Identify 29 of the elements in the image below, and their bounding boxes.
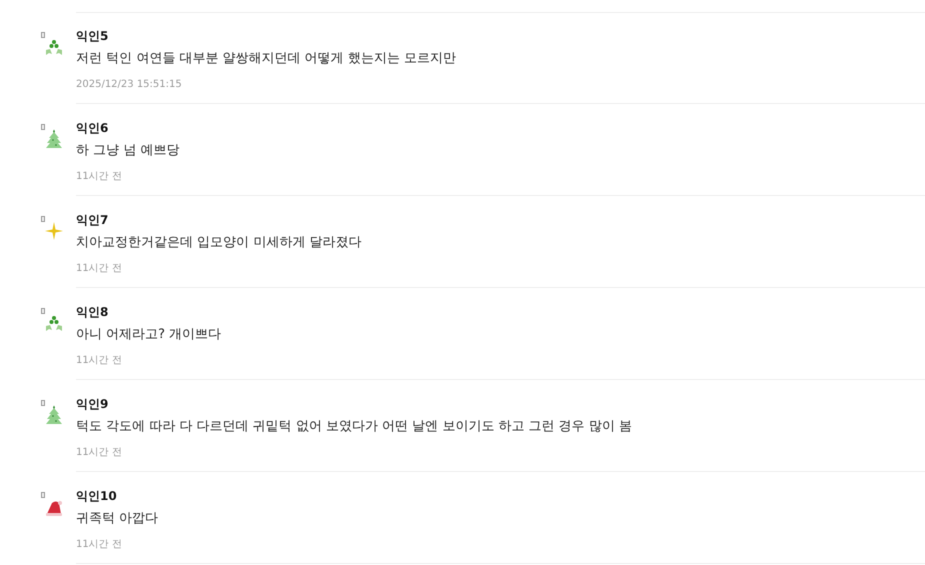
comment-text: 아니 어제라고? 개이쁘다 bbox=[76, 326, 222, 344]
clover-icon bbox=[45, 313, 63, 333]
author-name: 익인7 bbox=[76, 212, 110, 229]
comment-text: 하 그냥 넘 예쁘당 bbox=[76, 142, 180, 160]
comment-time: 11시간 전 bbox=[76, 262, 123, 276]
comment-text: 귀족턱 아깝다 bbox=[76, 510, 160, 528]
comment-text: 저런 턱인 여연들 대부분 얄쌍해지던데 어떻게 했는지는 모르지만 bbox=[76, 50, 457, 68]
broken-image-icon bbox=[41, 400, 45, 406]
author-name: 익인9 bbox=[76, 396, 110, 413]
comment-time: 11시간 전 bbox=[76, 170, 123, 184]
comment-time: 2025/12/23 15:51:15 bbox=[76, 78, 183, 92]
comment-text: 턱도 각도에 따라 다 다르던데 귀밑턱 없어 보였다가 어떤 날엔 보이기도 하고 그런 경우 많이 봄 bbox=[76, 418, 633, 436]
tree-icon bbox=[45, 405, 63, 425]
comment-time: 11시간 전 bbox=[76, 446, 123, 460]
author-name: 익인6 bbox=[76, 120, 110, 137]
tree-icon bbox=[45, 129, 63, 149]
comment-text: 치아교정한거같은데 입모양이 미세하게 달라졌다 bbox=[76, 234, 362, 252]
broken-image-icon bbox=[41, 308, 45, 314]
author-name: 익인5 bbox=[76, 28, 110, 45]
comment-time: 11시간 전 bbox=[76, 354, 123, 368]
broken-image-icon bbox=[41, 124, 45, 130]
broken-image-icon bbox=[41, 216, 45, 222]
broken-image-icon bbox=[41, 32, 45, 38]
sparkle-icon bbox=[45, 221, 63, 241]
author-name: 익인8 bbox=[76, 304, 110, 321]
clover-icon bbox=[45, 37, 63, 57]
broken-image-icon bbox=[41, 492, 45, 498]
comment-time: 11시간 전 bbox=[76, 538, 123, 552]
author-name: 익인10 bbox=[76, 488, 118, 505]
